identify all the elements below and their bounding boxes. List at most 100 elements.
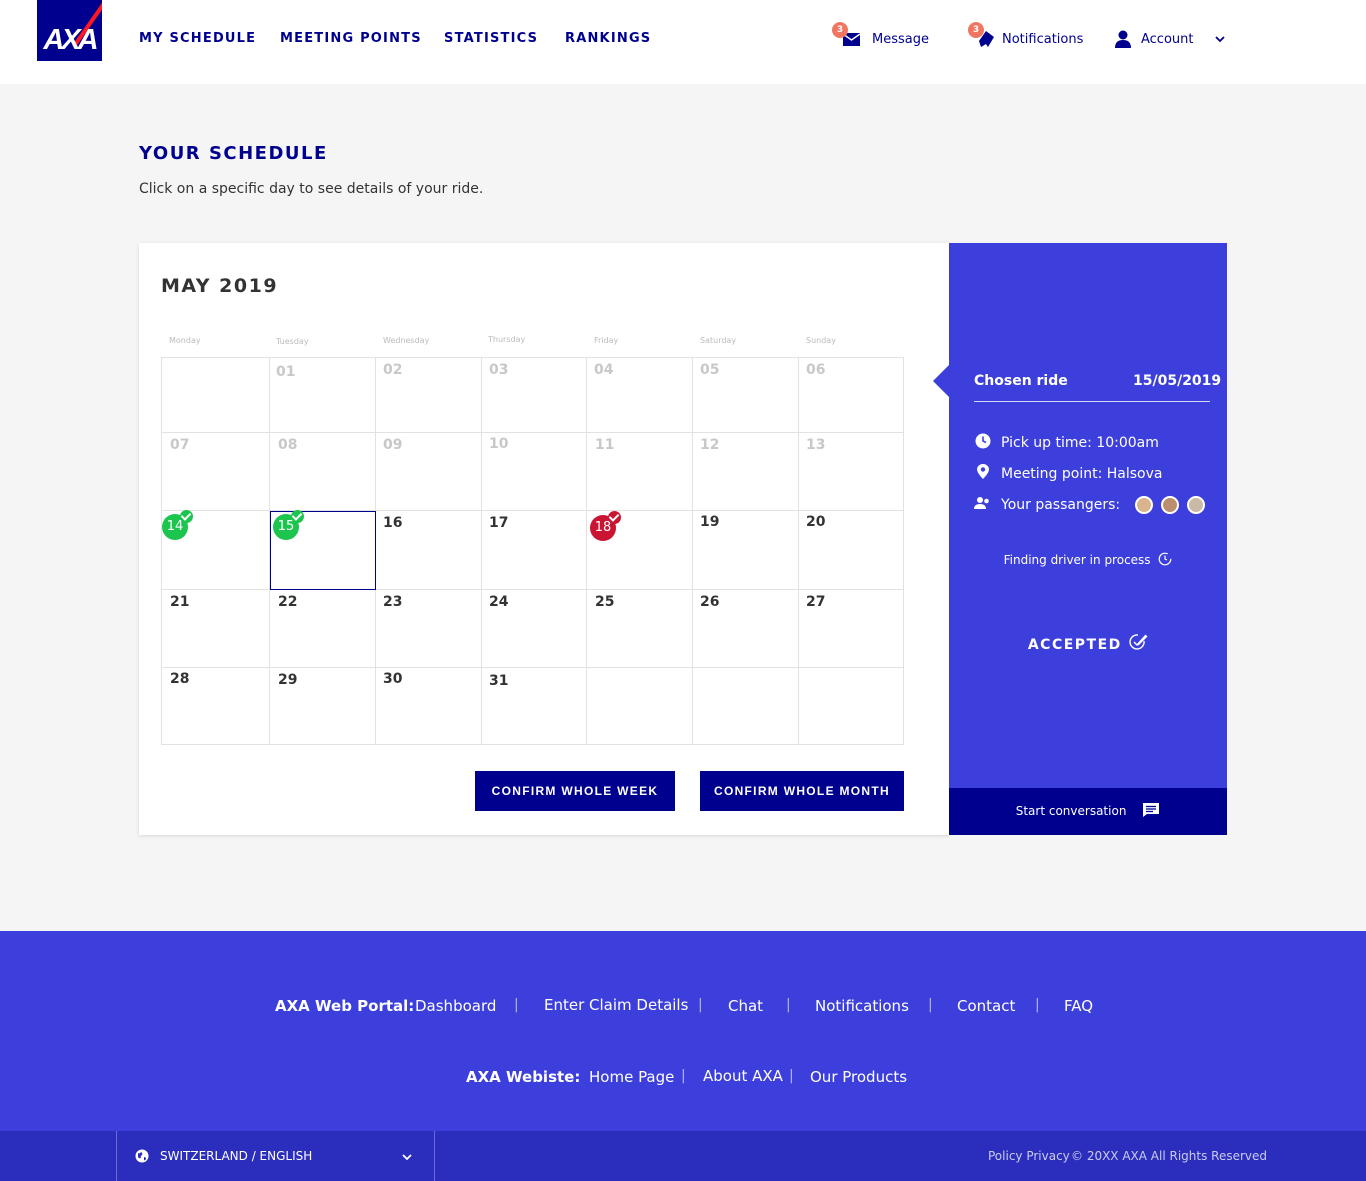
calendar-day[interactable]: 22 [278, 594, 297, 610]
calendar-day[interactable]: 24 [489, 594, 508, 610]
calendar-day[interactable]: 13 [806, 437, 825, 453]
check-icon [180, 510, 193, 523]
chosen-ride-label: Chosen ride [974, 373, 1068, 389]
footer-link-faq[interactable]: FAQ [1064, 997, 1093, 1015]
copyright: © 20XX AXA All Rights Reserved [1071, 1149, 1268, 1163]
calendar-month: MAY 2019 [161, 275, 279, 297]
calendar-day[interactable]: 05 [700, 362, 719, 378]
grid-line [586, 358, 587, 744]
calendar-day[interactable]: 07 [170, 437, 189, 453]
notifications-label: Notifications [1002, 32, 1084, 47]
check-icon [291, 510, 304, 523]
pickup-row: Pick up time: 10:00am [974, 433, 1159, 451]
weekday-label: Wednesday [383, 336, 430, 345]
calendar-day[interactable]: 08 [278, 437, 297, 453]
passenger-avatars [1131, 496, 1206, 514]
language-label: SWITZERLAND / ENGLISH [160, 1149, 313, 1163]
calendar-day[interactable]: 03 [489, 362, 508, 378]
avatar[interactable] [1187, 496, 1206, 514]
message-link[interactable]: 3 Message [832, 22, 932, 52]
calendar-day[interactable]: 31 [489, 673, 508, 689]
calendar-day-declined[interactable]: 18 [590, 511, 621, 541]
footer-link-home[interactable]: Home Page [589, 1068, 674, 1086]
calendar-day[interactable]: 25 [595, 594, 614, 610]
weekday-label: Friday [594, 336, 619, 345]
calendar-day[interactable]: 04 [594, 362, 613, 378]
weekday-label: Thursday [488, 335, 526, 344]
location-pin-icon [977, 464, 989, 479]
footer-link-contact[interactable]: Contact [957, 997, 1015, 1015]
user-icon [1115, 30, 1131, 48]
footer-separator: | [514, 997, 519, 1013]
footer-link-enter-claim[interactable]: Enter Claim Details [544, 996, 688, 1014]
calendar-day[interactable]: 20 [806, 514, 825, 530]
calendar-day[interactable]: 27 [806, 594, 825, 610]
panel-pointer [933, 365, 949, 397]
calendar-day[interactable]: 30 [383, 671, 402, 687]
calendar-day[interactable]: 29 [278, 672, 297, 688]
calendar-day-number: 18 [594, 520, 612, 535]
confirm-month-button[interactable]: CONFIRM WHOLE MONTH [700, 771, 904, 811]
avatar[interactable] [1134, 496, 1153, 514]
finding-driver-text: Finding driver in process [1003, 553, 1151, 567]
calendar-day[interactable]: 01 [276, 364, 295, 380]
calendar-day-number: 15 [277, 519, 295, 534]
footer-separator: | [786, 997, 791, 1013]
start-conversation-button[interactable]: Start conversation [949, 788, 1227, 835]
calendar-day[interactable]: 28 [170, 671, 189, 687]
calendar-day[interactable]: 17 [489, 515, 508, 531]
footer-link-notifications[interactable]: Notifications [815, 997, 909, 1015]
grid-line [692, 358, 693, 744]
calendar-day[interactable]: 19 [700, 514, 719, 530]
notifications-link[interactable]: 3 Notifications [968, 22, 1083, 52]
page-subtitle: Click on a specific day to see details o… [139, 181, 484, 197]
loading-clock-icon [1158, 552, 1172, 566]
footer-link-chat[interactable]: Chat [728, 997, 763, 1015]
footer: AXA Web Portal: Dashboard | Enter Claim … [0, 931, 1366, 1131]
notifications-badge: 3 [968, 22, 984, 38]
language-selector[interactable]: SWITZERLAND / ENGLISH [116, 1131, 435, 1181]
finding-driver-status: Finding driver in process [949, 552, 1227, 567]
chevron-down-icon [1215, 36, 1225, 43]
calendar-day[interactable]: 10 [489, 436, 508, 452]
calendar-day[interactable]: 21 [170, 594, 189, 610]
axa-logo[interactable]: AXA [37, 0, 102, 61]
footer-separator: | [1035, 997, 1040, 1013]
calendar-day-confirmed[interactable]: 14 [162, 510, 193, 540]
group-icon [974, 497, 989, 509]
calendar-day[interactable]: 23 [383, 594, 402, 610]
grid-line [481, 358, 482, 744]
avatar[interactable] [1161, 496, 1180, 514]
calendar-day-confirmed[interactable]: 15 [273, 510, 304, 540]
calendar-day[interactable]: 02 [383, 362, 402, 378]
footer-portal-label: AXA Web Portal: [275, 997, 415, 1015]
calendar-day[interactable]: 09 [383, 437, 402, 453]
calendar-day[interactable]: 11 [595, 437, 614, 453]
nav-statistics[interactable]: STATISTICS [444, 31, 538, 46]
check-icon [608, 511, 621, 524]
calendar-day[interactable]: 06 [806, 362, 825, 378]
weekday-label: Saturday [700, 336, 737, 345]
grid-line [798, 358, 799, 744]
message-label: Message [872, 32, 929, 47]
footer-separator: | [928, 997, 933, 1013]
calendar-day[interactable]: 12 [700, 437, 719, 453]
ride-date: 15/05/2019 [1133, 373, 1222, 389]
calendar-day[interactable]: 26 [700, 594, 719, 610]
nav-my-schedule[interactable]: MY SCHEDULE [139, 31, 256, 46]
confirm-week-button[interactable]: CONFIRM WHOLE WEEK [475, 771, 675, 811]
calendar-day[interactable]: 16 [383, 515, 402, 531]
page-title: YOUR SCHEDULE [139, 143, 328, 164]
account-menu[interactable]: Account [1114, 28, 1229, 52]
top-header: AXA MY SCHEDULE MEETING POINTS STATISTIC… [0, 0, 1366, 84]
policy-privacy-link[interactable]: Policy Privacy [988, 1149, 1070, 1163]
footer-link-products[interactable]: Our Products [810, 1068, 907, 1086]
footer-link-dashboard[interactable]: Dashboard [415, 997, 496, 1015]
nav-rankings[interactable]: RANKINGS [565, 31, 651, 46]
calendar-day-number: 14 [166, 519, 184, 534]
ride-status: ACCEPTED [949, 633, 1227, 653]
logo-text: AXA [43, 24, 98, 56]
footer-separator: | [789, 1068, 794, 1084]
footer-link-about[interactable]: About AXA [703, 1067, 783, 1085]
nav-meeting-points[interactable]: MEETING POINTS [280, 31, 422, 46]
